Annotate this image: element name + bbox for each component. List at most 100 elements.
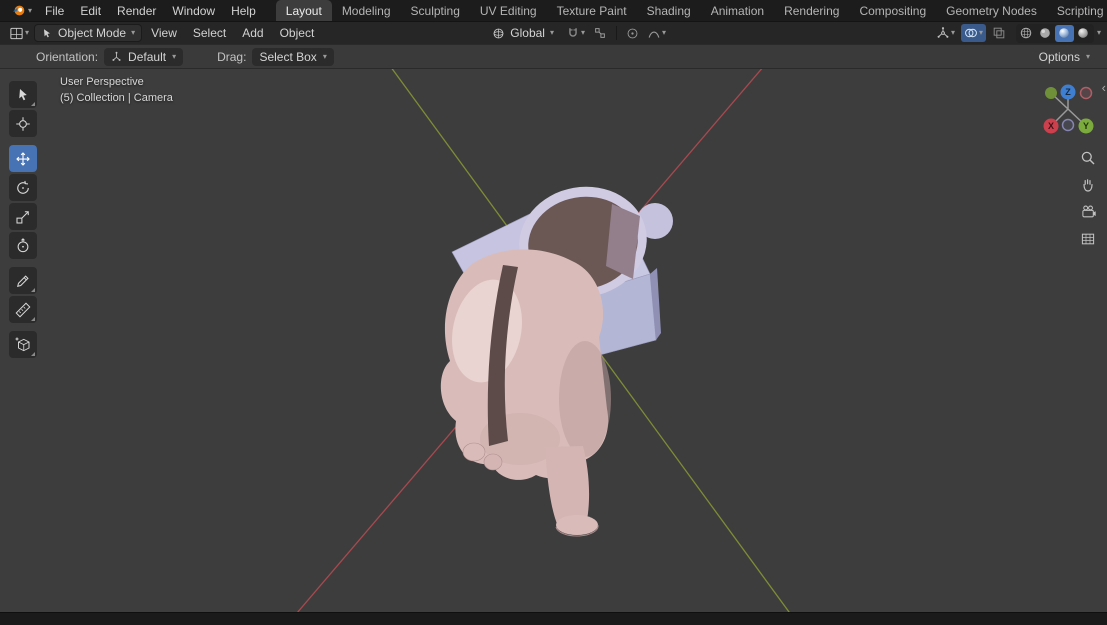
viewport-3d[interactable]: User Perspective (5) Collection | Camera (0, 68, 1107, 612)
material-sphere-icon (1059, 28, 1070, 38)
proportional-edit-button[interactable] (623, 24, 642, 42)
falloff-curve-icon (648, 31, 660, 38)
overlays-icon (965, 28, 977, 38)
navigation-gizmo[interactable]: Z X Y (1039, 81, 1097, 139)
header-right-cluster: ▾ ▾ ▾ (933, 23, 1101, 43)
gizmo-axis-neg-x[interactable] (1079, 86, 1093, 100)
shading-wireframe-button[interactable] (1017, 25, 1036, 42)
menu-window[interactable]: Window (164, 2, 223, 20)
chevron-down-icon: ▾ (950, 28, 955, 37)
magnifier-icon (1081, 151, 1095, 165)
chevron-down-icon: ▾ (662, 28, 667, 37)
tool-measure[interactable] (9, 296, 37, 323)
mode-dropdown[interactable]: Object Mode ▾ (34, 24, 143, 42)
drag-label: Drag: (217, 49, 247, 64)
tab-layout[interactable]: Layout (275, 0, 332, 21)
show-gizmos-button[interactable]: ▾ (933, 24, 958, 42)
topbar: ▾ File Edit Render Window Help Layout Mo… (0, 0, 1107, 21)
chevron-down-icon: ▾ (580, 28, 585, 37)
tool-scale[interactable] (9, 203, 37, 230)
axis-icon (112, 51, 121, 61)
proportional-falloff-button[interactable]: ▾ (644, 24, 669, 42)
tab-scripting[interactable]: Scripting (1047, 0, 1107, 21)
blender-menu-button[interactable]: ▾ (6, 3, 37, 18)
menu-view[interactable]: View (144, 24, 184, 42)
xray-icon (993, 27, 1005, 39)
tab-rendering[interactable]: Rendering (774, 0, 849, 21)
sidebar-toggle-arrow[interactable]: ‹ (1102, 81, 1106, 94)
view-perspective-label: User Perspective (60, 76, 144, 88)
options-dropdown[interactable]: Options ▾ (1032, 48, 1097, 66)
tab-modeling[interactable]: Modeling (332, 0, 401, 21)
shading-solid-button[interactable] (1036, 25, 1055, 42)
shading-rendered-button[interactable] (1074, 25, 1093, 42)
tool-annotate[interactable] (9, 267, 37, 294)
menu-select[interactable]: Select (186, 24, 233, 42)
tool-move[interactable] (9, 145, 37, 172)
wireframe-sphere-icon (1021, 27, 1032, 39)
editor-type-icon (10, 27, 23, 39)
tab-uv-editing[interactable]: UV Editing (470, 0, 547, 21)
tab-shading[interactable]: Shading (637, 0, 701, 21)
transform-orientation-dropdown[interactable]: Global ▾ (485, 24, 561, 42)
chevron-down-icon: ▾ (549, 28, 554, 37)
move-icon (16, 151, 30, 166)
tool-transform[interactable] (9, 232, 37, 259)
drag-value: Select Box (259, 49, 317, 64)
chevron-down-icon: ▾ (25, 28, 30, 37)
gizmo-toggle-icon (937, 27, 949, 38)
tool-rotate[interactable] (9, 174, 37, 201)
snap-target-button[interactable] (590, 24, 610, 42)
perspective-toggle-button[interactable] (1077, 228, 1099, 250)
cursor-3d-icon (16, 116, 30, 131)
gizmo-axis-neg-z[interactable] (1061, 118, 1075, 132)
viewport-nav-buttons (1077, 147, 1099, 250)
shading-mode-group (1015, 23, 1094, 43)
rendered-sphere-icon (1078, 28, 1089, 38)
chevron-down-icon: ▾ (978, 28, 983, 37)
tab-animation[interactable]: Animation (701, 0, 774, 21)
chevron-down-icon: ▾ (131, 28, 136, 37)
tab-geometry-nodes[interactable]: Geometry Nodes (936, 0, 1047, 21)
tool-settings-bar: Orientation: Default ▾ Drag: Select Box … (0, 44, 1107, 68)
gizmo-y-label: Y (1083, 121, 1089, 131)
menu-edit[interactable]: Edit (72, 2, 109, 20)
menu-help[interactable]: Help (223, 2, 264, 20)
object-mode-icon (44, 29, 51, 38)
chevron-down-icon: ▾ (1085, 51, 1090, 61)
proportional-circle-icon (627, 28, 638, 38)
drag-mode-dropdown[interactable]: Select Box ▾ (252, 47, 334, 66)
orientation-value: Global (510, 26, 545, 40)
tool-cursor[interactable] (9, 110, 37, 137)
mode-label: Object Mode (58, 26, 127, 40)
orientation-default-dropdown[interactable]: Default ▾ (104, 47, 184, 66)
menu-file[interactable]: File (37, 2, 72, 20)
camera-view-button[interactable] (1077, 201, 1099, 223)
menu-object[interactable]: Object (273, 24, 322, 42)
xray-toggle-button[interactable] (989, 24, 1009, 42)
zoom-button[interactable] (1077, 147, 1099, 169)
gizmo-axis-neg-y[interactable] (1045, 87, 1057, 99)
tab-sculpting[interactable]: Sculpting (401, 0, 470, 21)
chevron-down-icon: ▾ (322, 51, 327, 61)
select-box-icon (19, 88, 27, 100)
pan-button[interactable] (1077, 174, 1099, 196)
menu-render[interactable]: Render (109, 2, 164, 20)
camera-icon (1081, 205, 1096, 218)
3d-model[interactable] (440, 177, 673, 537)
tab-compositing[interactable]: Compositing (849, 0, 936, 21)
magnet-icon (569, 28, 577, 37)
editor-type-button[interactable]: ▾ (6, 24, 32, 42)
gizmo-x-label: X (1048, 121, 1054, 131)
orientation-globe-icon (493, 28, 504, 38)
snap-toggle-button[interactable]: ▾ (563, 24, 588, 42)
blender-logo-icon (12, 5, 25, 16)
shading-material-button[interactable] (1054, 24, 1074, 42)
chevron-down-icon: ▾ (1096, 28, 1101, 37)
tool-select-box[interactable] (9, 81, 37, 108)
active-collection-label: (5) Collection | Camera (60, 92, 173, 104)
tab-texture-paint[interactable]: Texture Paint (547, 0, 637, 21)
tool-add-cube[interactable] (9, 331, 37, 358)
show-overlays-button[interactable]: ▾ (960, 24, 986, 42)
menu-add[interactable]: Add (235, 24, 270, 42)
